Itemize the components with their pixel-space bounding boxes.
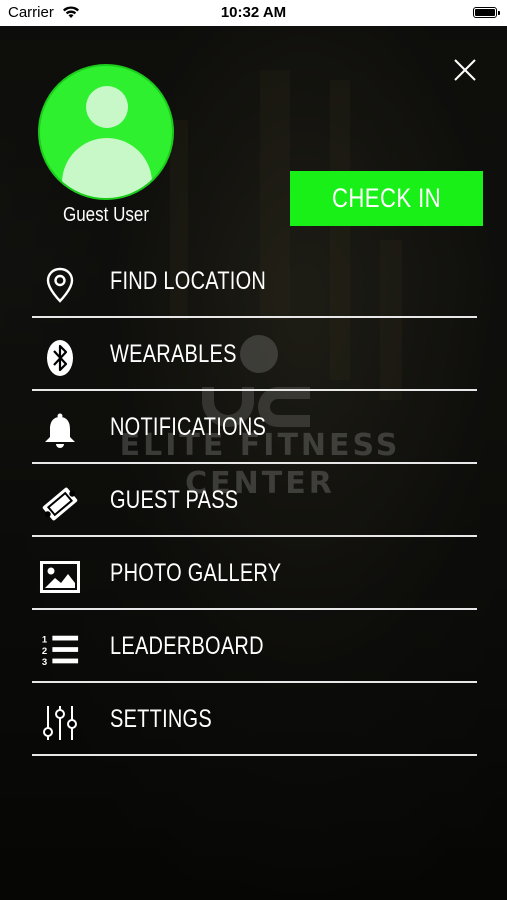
menu-item-find-location[interactable]: FIND LOCATION	[32, 247, 477, 318]
menu-item-notifications[interactable]: NOTIFICATIONS	[32, 393, 477, 464]
svg-text:2: 2	[42, 646, 47, 657]
menu-item-label: FIND LOCATION	[110, 267, 267, 295]
main-menu: FIND LOCATION WEARABLES NOTIFICATIONS GU…	[32, 247, 477, 758]
close-icon	[454, 59, 476, 81]
menu-item-leaderboard[interactable]: 1 2 3 LEADERBOARD	[32, 612, 477, 683]
bluetooth-icon	[40, 338, 80, 378]
menu-item-label: SETTINGS	[110, 705, 212, 733]
menu-item-label: NOTIFICATIONS	[110, 413, 267, 441]
menu-item-label: GUEST PASS	[110, 486, 239, 514]
menu-item-label: PHOTO GALLERY	[110, 559, 282, 587]
numbered-list-icon: 1 2 3	[40, 630, 80, 670]
bell-icon	[40, 411, 80, 451]
status-bar: Carrier 10:32 AM	[0, 0, 507, 26]
battery-icon	[473, 7, 500, 18]
menu-item-label: WEARABLES	[110, 340, 237, 368]
menu-item-guest-pass[interactable]: GUEST PASS	[32, 466, 477, 537]
avatar-head	[86, 86, 128, 128]
check-in-label: CHECK IN	[331, 183, 442, 213]
menu-item-label: LEADERBOARD	[110, 632, 264, 660]
location-pin-icon	[40, 265, 80, 305]
close-menu-button[interactable]	[450, 55, 480, 85]
check-in-button[interactable]: CHECK IN	[290, 171, 483, 226]
svg-text:3: 3	[42, 657, 47, 668]
status-time: 10:32 AM	[220, 4, 287, 21]
side-menu-screen: ELITE FITNESS CENTER Carrier 10:32 AM Gu…	[0, 0, 507, 900]
menu-item-photo-gallery[interactable]: PHOTO GALLERY	[32, 539, 477, 610]
avatar[interactable]	[38, 64, 174, 200]
ticket-icon	[40, 484, 80, 524]
menu-item-settings[interactable]: SETTINGS	[32, 685, 477, 756]
sliders-icon	[40, 703, 80, 743]
menu-item-wearables[interactable]: WEARABLES	[32, 320, 477, 391]
image-icon	[40, 557, 80, 597]
svg-text:1: 1	[42, 634, 48, 645]
user-name: Guest User	[63, 204, 149, 226]
avatar-body	[62, 138, 152, 198]
